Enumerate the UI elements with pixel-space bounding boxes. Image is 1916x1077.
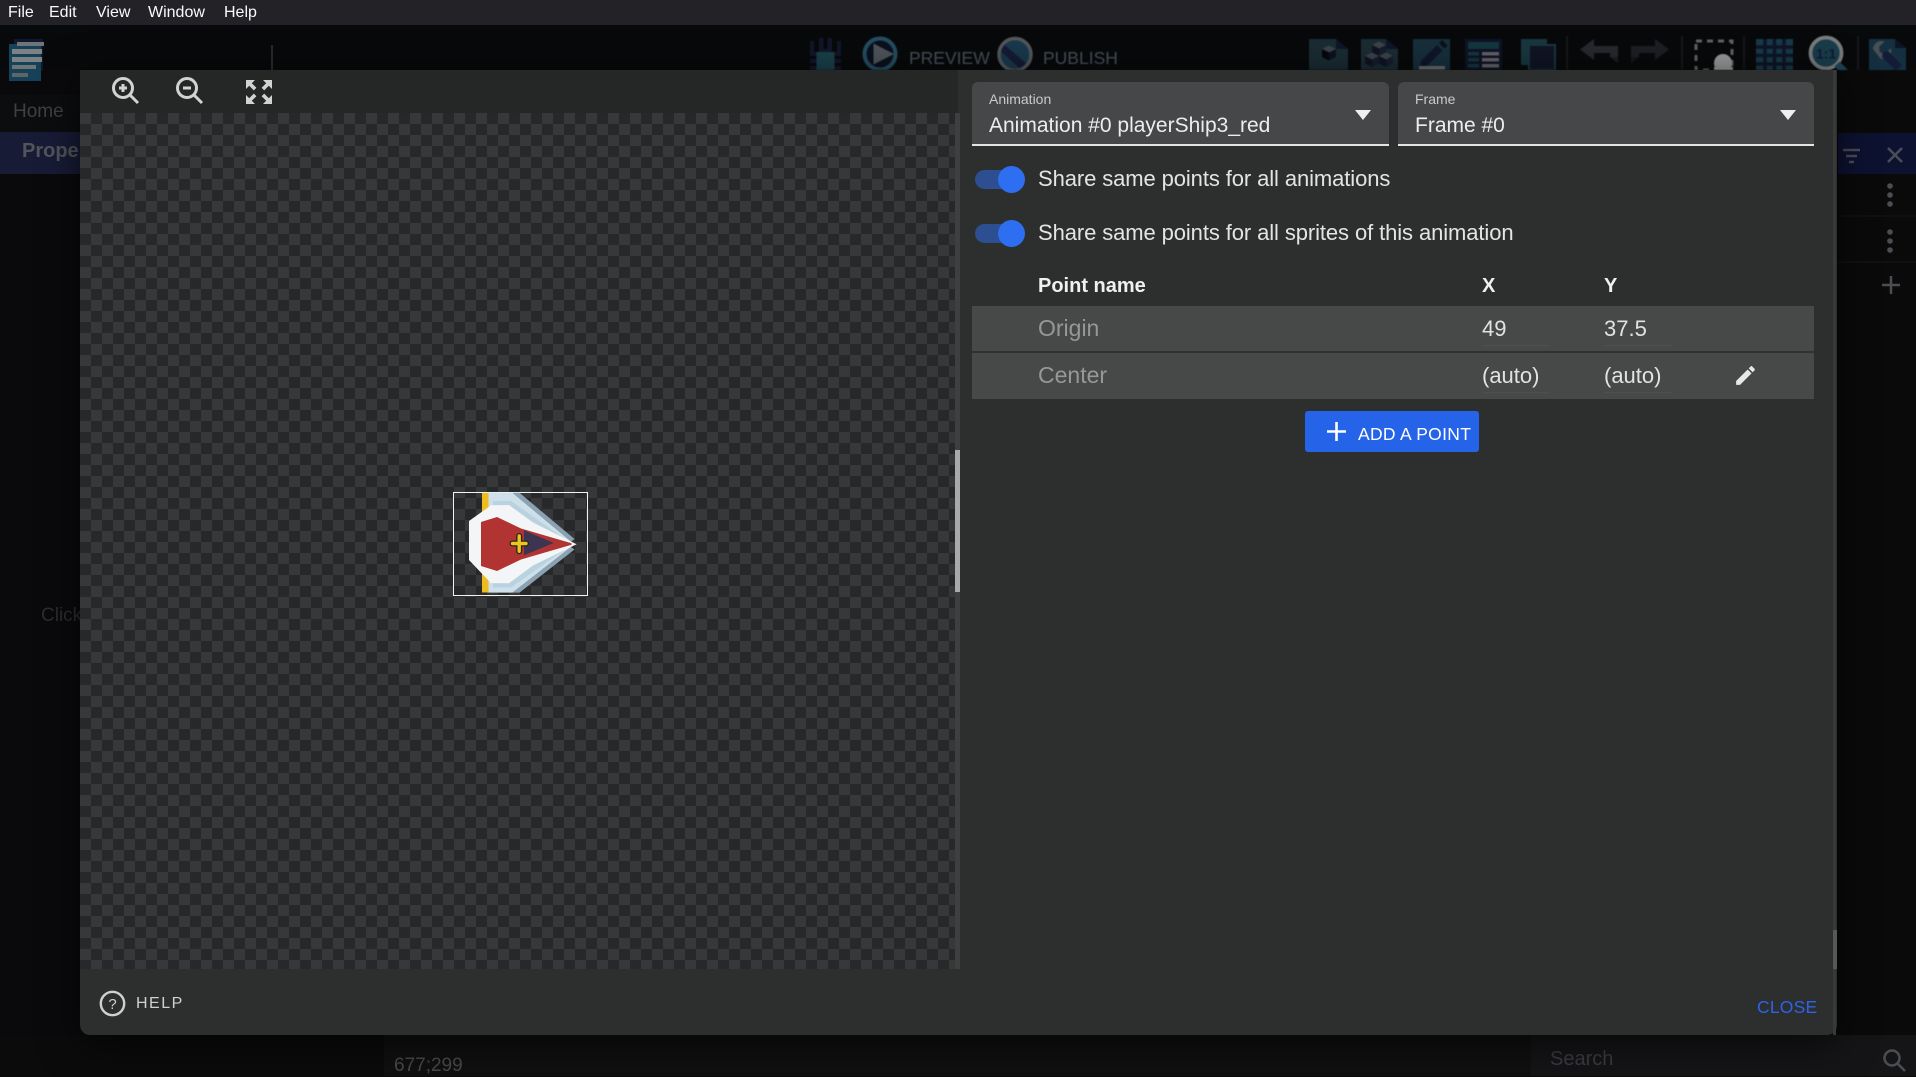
svg-text:?: ? xyxy=(108,996,116,1013)
svg-text:1:1: 1:1 xyxy=(1816,46,1836,62)
svg-text:PUBLISH: PUBLISH xyxy=(1043,48,1118,68)
svg-text:PREVIEW: PREVIEW xyxy=(909,48,990,68)
